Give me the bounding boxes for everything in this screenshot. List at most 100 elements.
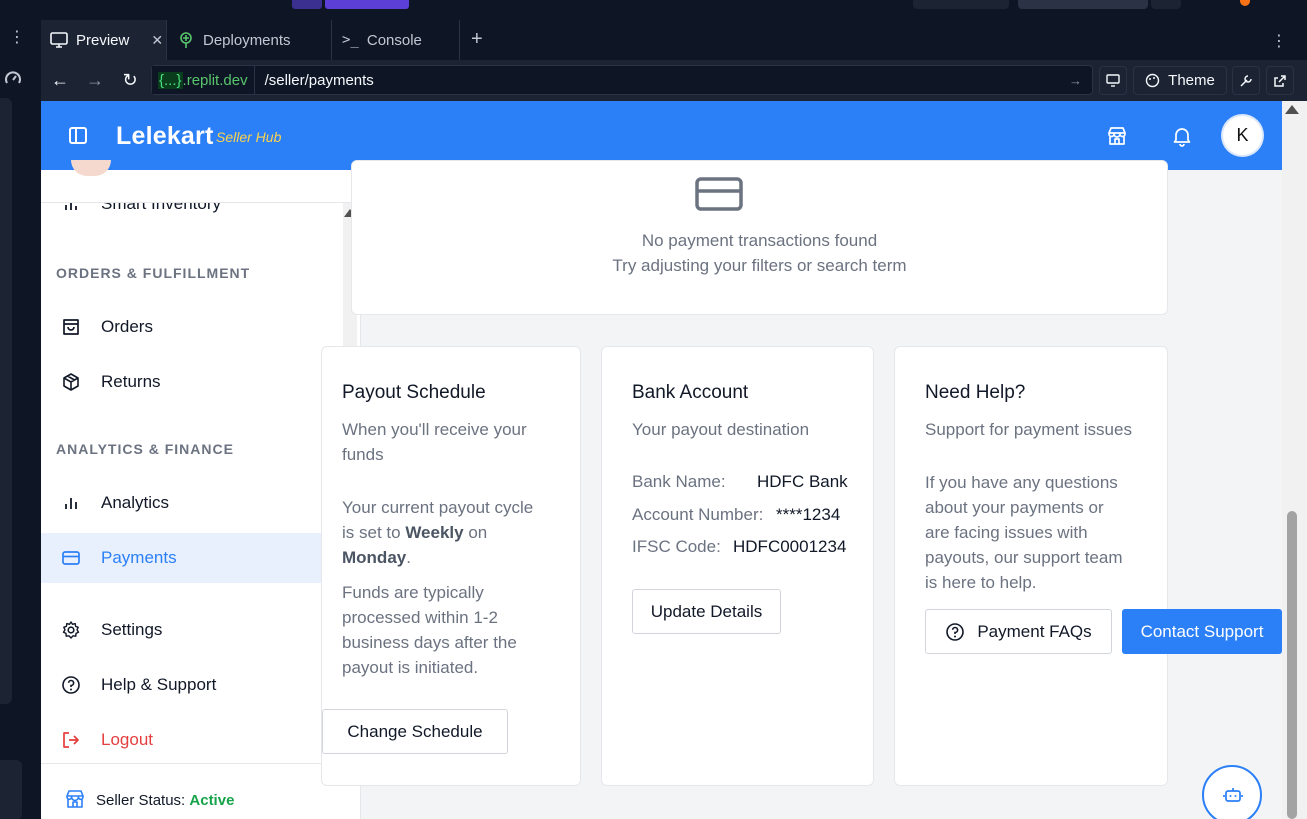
bot-icon [1223,788,1243,802]
page-scrollbar[interactable] [1282,101,1307,819]
ide-top-pill[interactable] [913,0,1009,9]
card-title: Need Help? [925,382,1026,403]
sidebar-item-smart-inventory[interactable]: Smart Inventory [41,203,341,228]
url-input[interactable]: {...} .replit.dev /seller/payments → [151,65,1093,95]
ide-side-panel [0,98,12,704]
sidebar-item-help[interactable]: Help & Support [41,660,341,709]
ide-top-pill[interactable] [1018,0,1148,9]
body-line: payouts, our support team [925,548,1123,567]
cycle-prefix: Your current payout cycle [342,498,534,517]
contact-support-button[interactable]: Contact Support [1122,609,1282,654]
update-details-button[interactable]: Update Details [632,589,781,634]
tab-label: Preview [76,31,130,49]
sidebar-item-logout[interactable]: Logout [41,715,341,763]
ide-top-pill[interactable] [1151,0,1181,9]
app-viewport: Lelekart Seller Hub K Smart Inventory OR… [41,101,1282,819]
wrench-icon [1240,74,1252,87]
deployments-icon [180,32,192,48]
open-new-tab-button[interactable] [1266,66,1294,95]
note-line: payout is initiated. [342,658,479,677]
package-icon [63,372,79,391]
gear-icon [62,620,80,639]
card-subtitle: When you'll receive your funds [342,417,527,467]
bar-chart-icon [65,203,77,210]
bank-name-row: Bank Name: HDFC Bank [632,472,848,492]
sidebar-item-label: Smart Inventory [101,203,221,213]
note-line: business days after the [342,633,517,652]
card-subtitle: Support for payment issues [925,420,1132,439]
add-tab-icon[interactable]: + [471,28,483,50]
sidebar-item-label: Returns [101,371,161,391]
avatar[interactable]: K [1223,116,1262,155]
help-circle-icon [62,675,80,694]
url-host-badge: {...} [158,71,183,89]
preview-url-bar: ← → ↻ {...} .replit.dev /seller/payments… [41,60,1307,101]
body-line: is here to help. [925,573,1037,592]
cycle-end: . [406,548,411,567]
payout-note: Funds are typically processed within 1-2… [342,580,517,680]
devtools-button[interactable] [1232,66,1260,95]
change-schedule-button[interactable]: Change Schedule [322,709,508,754]
section-heading: ANALYTICS & FINANCE [56,441,234,457]
scroll-up-icon[interactable] [1285,105,1299,114]
sidebar-item-settings[interactable]: Settings [41,605,341,654]
sidebar-item-payments[interactable]: Payments [41,533,341,583]
kebab-menu-icon[interactable]: ⋮ [9,30,25,46]
ide-top-pill[interactable] [325,0,409,9]
subtitle-line: When you'll receive your [342,420,527,439]
ifsc-row: IFSC Code: HDFC0001234 [632,537,846,557]
kebab-menu-icon[interactable]: ⋮ [1271,31,1287,51]
store-icon[interactable] [1106,125,1128,147]
tab-deployments[interactable]: Deployments [168,20,332,60]
card-title: Bank Account [632,382,749,403]
payout-schedule-card: Payout Schedule When you'll receive your… [321,346,581,786]
tab-console[interactable]: >_ Console [333,20,460,60]
credit-card-icon [62,551,80,565]
bank-account-card: Bank Account Your payout destination Ban… [601,346,874,786]
url-host: {...} .replit.dev [152,66,255,94]
body-line: are facing issues with [925,523,1088,542]
button-label: Contact Support [1140,621,1264,641]
theme-label: Theme [1168,72,1215,89]
sidebar-item-label: Payments [101,548,177,567]
ide-left-rail: ⋮ [0,20,41,819]
help-body: If you have any questions about your pay… [925,470,1123,595]
help-circle-icon [946,622,965,641]
forward-arrow-icon[interactable]: → [85,70,105,90]
sidebar-toggle-icon[interactable] [69,127,87,144]
monitor-icon [50,32,68,48]
theme-button[interactable]: Theme [1133,66,1227,95]
sidebar-item-label: Settings [101,619,163,639]
device-toggle-button[interactable] [1099,66,1127,95]
sidebar-item-analytics[interactable]: Analytics [41,478,341,527]
payment-faqs-button[interactable]: Payment FAQs [925,609,1112,654]
ide-top-pill[interactable] [292,0,322,9]
back-arrow-icon[interactable]: ← [50,70,70,90]
need-help-card: Need Help? Support for payment issues If… [894,346,1282,786]
cycle-day: Monday [342,548,407,567]
empty-state-hint: Try adjusting your filters or search ter… [612,256,907,275]
tab-preview[interactable]: Preview ✕ [41,20,167,60]
tab-label: Deployments [203,31,291,49]
chatbot-button[interactable] [1202,765,1262,819]
reload-icon[interactable]: ↻ [120,70,140,90]
url-host-text: .replit.dev [182,71,248,89]
bell-icon[interactable] [1171,125,1193,147]
brand-logo[interactable]: Lelekart [116,122,214,151]
sidebar-item-orders[interactable]: Orders [41,302,341,351]
card-subtitle: Your payout destination [632,420,810,439]
row-label: Account Number: [632,505,764,524]
cycle-value: Weekly [405,523,464,542]
terminal-icon: >_ [342,32,359,48]
logout-icon [63,731,79,748]
notification-dot [1240,0,1250,6]
go-arrow-icon[interactable]: → [1069,73,1092,88]
sidebar-item-returns[interactable]: Returns [41,357,341,406]
gauge-icon[interactable] [4,70,22,88]
credit-card-icon [695,177,743,211]
empty-state-title: No payment transactions found [641,231,878,250]
row-value: HDFC Bank [757,472,848,491]
monitor-icon [1106,74,1120,87]
scrollbar-thumb[interactable] [1287,511,1297,819]
close-icon[interactable]: ✕ [151,32,163,49]
